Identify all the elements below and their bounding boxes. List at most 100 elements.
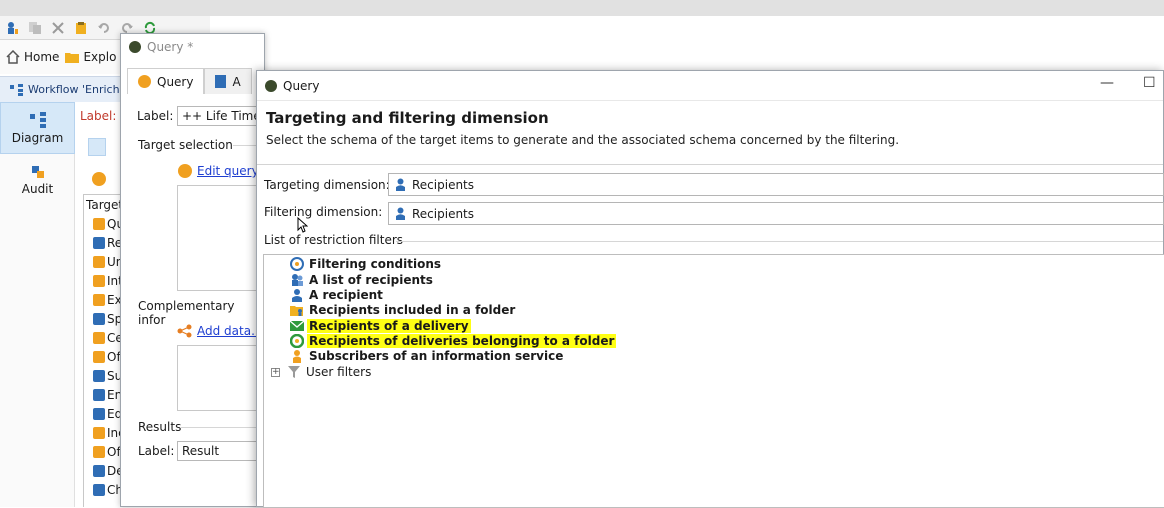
dialog-heading: Targeting and filtering dimension [266, 109, 549, 127]
tree-item[interactable]: Recipients included in a folder [290, 302, 515, 318]
palette-item-label: Of [107, 349, 121, 364]
tree-item-label: Recipients of deliveries belonging to a … [307, 334, 617, 348]
minimize-icon[interactable]: — [1100, 75, 1114, 91]
activity-icon [93, 331, 105, 344]
palette-header: Target [86, 197, 124, 212]
tree-item[interactable]: A list of recipients [290, 272, 433, 288]
audit-button[interactable]: Audit [0, 154, 75, 206]
app-logo-icon [129, 41, 141, 53]
tree-item[interactable]: A recipient [290, 287, 383, 303]
nav-explorer[interactable]: Explo [59, 50, 116, 64]
expand-icon[interactable]: + [271, 367, 280, 377]
tree-item[interactable]: Subscribers of an information service [290, 348, 563, 364]
palette-item[interactable]: De [84, 461, 125, 480]
filtering-dimension-field[interactable]: Recipients [388, 202, 1164, 225]
activity-icon [93, 388, 105, 401]
subscribers-icon [293, 350, 301, 363]
palette-item[interactable]: Int [84, 271, 125, 290]
target-selection-heading: Target selection [138, 138, 233, 152]
results-rule [181, 427, 264, 428]
home-icon [6, 50, 20, 64]
add-data-icon [177, 324, 192, 338]
delete-icon[interactable] [51, 21, 65, 35]
undo-icon[interactable] [97, 21, 111, 35]
restriction-filters-rule [396, 241, 1163, 242]
nav-home-label: Home [24, 50, 60, 64]
workflow-tab[interactable]: Workflow 'Enrich [0, 76, 125, 102]
tree-item[interactable]: Recipients of deliveries belonging to a … [290, 333, 617, 349]
mouse-cursor-icon [297, 217, 308, 233]
palette-item[interactable]: En [84, 385, 125, 404]
maximize-icon[interactable]: ☐ [1143, 75, 1156, 91]
paste-icon[interactable] [74, 21, 88, 35]
delivery-icon [290, 320, 304, 331]
palette-item[interactable]: Sp [84, 309, 125, 328]
palette-item[interactable]: Qu [84, 214, 125, 233]
nav-home[interactable]: Home [0, 50, 59, 64]
dialog-header: Targeting and filtering dimension Select… [257, 101, 1163, 165]
result-label-input[interactable]: Result [177, 441, 264, 461]
diagram-button[interactable]: Diagram [0, 102, 75, 154]
audit-label: Audit [21, 181, 54, 196]
palette-item[interactable]: Of [84, 442, 125, 461]
workflow-tab-label: Workflow 'Enrich [28, 83, 120, 96]
activity-icon [93, 350, 105, 363]
restriction-filters-heading: List of restriction filters [264, 233, 404, 247]
targeting-dimension-label: Targeting dimension: [264, 178, 390, 192]
targeting-dimension-value: Recipients [412, 177, 475, 192]
diagram-icon [29, 111, 46, 128]
activity-icon [93, 312, 105, 325]
activity-icon [93, 255, 105, 268]
dialog-description: Select the schema of the target items to… [266, 133, 900, 147]
new-recipient-icon[interactable] [5, 21, 19, 35]
query-summary-box [177, 185, 264, 291]
tree-item-label: User filters [306, 365, 372, 379]
tab-query[interactable]: Query [127, 68, 205, 94]
palette-item[interactable]: Of [84, 347, 125, 366]
workflow-editor: Label: Target QuReUnIntExcSpCe Of SuEnEdIn… [75, 102, 125, 507]
add-data-link[interactable]: Add data... [197, 324, 263, 338]
palette-item[interactable]: Ch [84, 480, 125, 499]
recipient-icon [292, 289, 302, 302]
palette-item[interactable]: Su [84, 366, 125, 385]
result-label-caption: Label: [138, 444, 175, 458]
query-window-titlebar: Query * [121, 34, 264, 60]
tree-item-label: A recipient [309, 288, 383, 302]
query-window-tabs: Query A [127, 68, 264, 94]
recipient-icon [396, 207, 405, 220]
tree-item-user-filters[interactable]: + User filters [271, 364, 371, 380]
workflow-icon [10, 83, 23, 96]
filtering-dimension-value: Recipients [412, 206, 475, 221]
palette-view-button[interactable] [88, 138, 106, 156]
query-icon [138, 75, 151, 88]
document-icon [215, 75, 227, 88]
palette-item[interactable]: Re [84, 233, 125, 252]
audit-icon [31, 165, 44, 178]
diagram-label: Diagram [11, 130, 64, 145]
tree-item[interactable]: Recipients of a delivery [290, 318, 471, 334]
palette-item[interactable]: Ce [84, 328, 125, 347]
tree-item[interactable]: Filtering conditions [290, 256, 441, 272]
activity-icon [93, 369, 105, 382]
tree-item-label: Recipients included in a folder [309, 303, 516, 317]
tree-item-label: Recipients of a delivery [307, 319, 471, 333]
palette-item[interactable]: Ed [84, 404, 125, 423]
activity-icon [93, 445, 105, 458]
results-heading: Results [138, 420, 182, 434]
palette-item[interactable]: Exc [84, 290, 125, 309]
edit-query-link[interactable]: Edit query... [197, 164, 264, 178]
palette-item[interactable]: Inc [84, 423, 125, 442]
activity-icon [93, 217, 105, 230]
tab-query-label: Query [157, 74, 194, 89]
query-label-input[interactable]: ++ Life Time V [177, 106, 264, 126]
view-switcher: Diagram Audit [0, 102, 75, 507]
nav-bar: Home Explo [0, 40, 125, 74]
tab-advanced[interactable]: A [204, 68, 252, 94]
copy-icon[interactable] [28, 21, 42, 35]
palette-query-icon[interactable] [92, 172, 106, 186]
activity-icon [93, 464, 105, 477]
palette-item[interactable]: Un [84, 252, 125, 271]
recipients-list-icon [292, 274, 303, 286]
targeting-dimension-field[interactable]: Recipients [388, 173, 1164, 196]
tree-item-label: Filtering conditions [309, 257, 442, 271]
